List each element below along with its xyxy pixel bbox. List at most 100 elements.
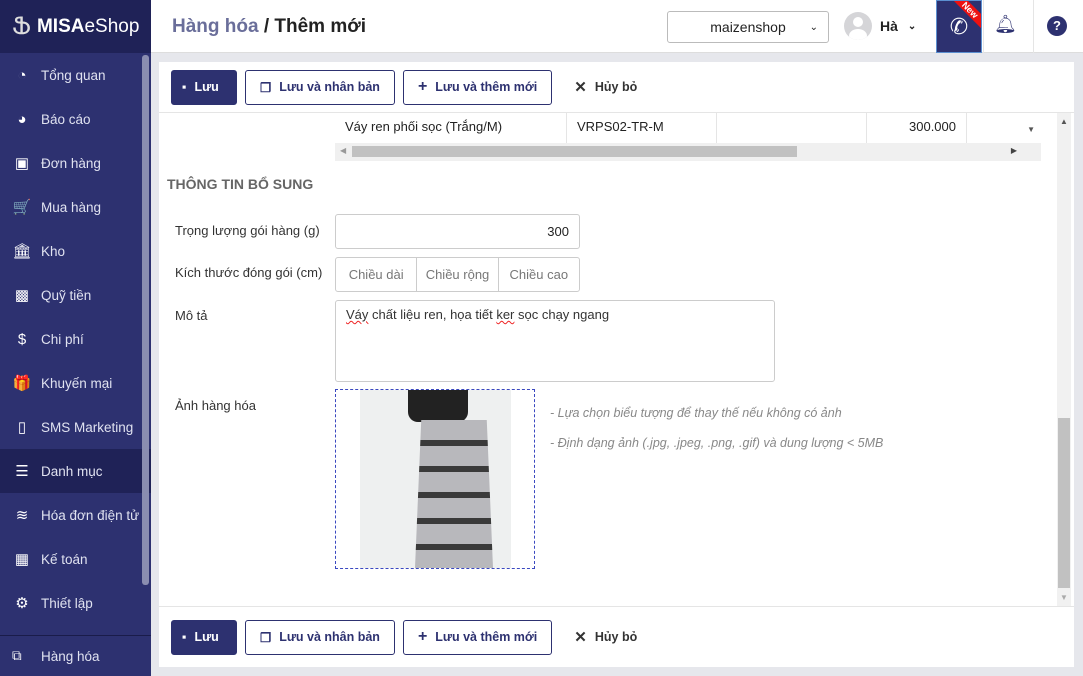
vertical-scrollbar[interactable]: ▲ ▼ xyxy=(1057,113,1071,606)
scroll-up-arrow-icon[interactable]: ▲ xyxy=(1060,117,1068,126)
sidebar-item-label: Khuyến mại xyxy=(41,375,113,391)
sidebar-item-label: Danh mục xyxy=(41,463,103,479)
sidebar-item-0[interactable]: ◔ Tổng quan xyxy=(0,53,151,97)
description-label: Mô tả xyxy=(175,308,208,323)
sidebar-item-label: Hàng hóa xyxy=(41,648,100,664)
user-menu[interactable]: Hà ⌄ xyxy=(844,12,916,40)
dashboard-icon: ◔ xyxy=(17,66,27,84)
sidebar-item-11[interactable]: ▦ Kế toán xyxy=(0,537,151,581)
weight-input[interactable]: 300 xyxy=(335,214,580,249)
sidebar-item-6[interactable]: $ Chi phí xyxy=(0,317,151,361)
sidebar-item-label: Hóa đơn điện tử xyxy=(41,507,140,523)
sidebar-item-label: SMS Marketing xyxy=(41,419,134,435)
sidebar-item-label: Mua hàng xyxy=(41,199,102,215)
cancel-button[interactable]: ✕ Hủy bỏ xyxy=(560,70,651,105)
cart-icon: 🛒 xyxy=(12,199,32,216)
cancel-button[interactable]: ✕ Hủy bỏ xyxy=(560,620,651,655)
pie-chart-icon: ◕ xyxy=(17,110,27,128)
weight-label: Trọng lượng gói hàng (g) xyxy=(175,223,320,238)
package-size-inputs: Chiều dài Chiều rộng Chiều cao xyxy=(335,257,580,292)
sidebar-scrollbar[interactable] xyxy=(142,55,149,585)
product-image xyxy=(360,390,511,568)
logo[interactable]: Ֆ MISA eShop xyxy=(0,0,151,53)
size-label: Kích thước đóng gói (cm) xyxy=(175,265,323,280)
warehouse-icon: 🏛 xyxy=(12,243,32,260)
calculator-icon: ▦ xyxy=(14,551,30,568)
page-title: Hàng hóa / Thêm mới xyxy=(172,16,367,37)
close-icon: ✕ xyxy=(574,629,587,646)
sidebar-item-7[interactable]: 🎁 Khuyến mại xyxy=(0,361,151,405)
truck-icon: ▣ xyxy=(14,155,30,172)
description-textarea[interactable]: Váy chất liệu ren, họa tiết ker sọc chạy… xyxy=(335,300,775,382)
breadcrumb-hang-hoa[interactable]: Hàng hóa xyxy=(172,16,259,37)
variant-grid: Váy ren phối sọc (Trắng/M) VRPS02-TR-M 3… xyxy=(335,113,1041,161)
money-icon: $ xyxy=(17,330,27,348)
sidebar-item-hang-hoa[interactable]: ⧉ Hàng hóa xyxy=(0,635,151,676)
plus-icon: + xyxy=(417,628,428,645)
image-hint: - Lựa chọn biểu tượng để thay thế nếu kh… xyxy=(550,406,842,420)
safe-icon: ▩ xyxy=(14,287,30,304)
boxes-icon: ⧉ xyxy=(12,648,22,663)
top-toolbar: ▪ Lưu ❐ Lưu và nhân bản + Lưu và thêm mới ✕… xyxy=(159,62,1074,112)
scroll-left-arrow-icon[interactable]: ◀ xyxy=(340,146,346,155)
phone-icon: ✆ xyxy=(949,13,969,39)
avatar xyxy=(844,12,872,40)
sidebar-item-label: Thiết lập xyxy=(41,595,93,611)
logo-icon: Ֆ xyxy=(12,13,31,40)
copy-icon: ❐ xyxy=(260,80,272,95)
gear-icon: ⚙ xyxy=(15,595,29,612)
sidebar-item-2[interactable]: ▣ Đơn hàng xyxy=(0,141,151,185)
plus-icon: + xyxy=(417,78,428,95)
sidebar-item-label: Kho xyxy=(41,243,66,259)
chevron-down-icon: ⌄ xyxy=(907,20,917,32)
bottom-toolbar: ▪ Lưu ❐ Lưu và nhân bản + Lưu và thêm mới ✕… xyxy=(159,612,1074,662)
horizontal-scrollbar[interactable]: ◀ ▶ xyxy=(335,144,1021,159)
list-icon: ☰ xyxy=(15,463,29,480)
sidebar-item-12[interactable]: ⚙ Thiết lập xyxy=(0,581,151,625)
sidebar-item-1[interactable]: ◕ Báo cáo xyxy=(0,97,151,141)
phone-icon: ▯ xyxy=(17,419,27,436)
sidebar-item-4[interactable]: 🏛 Kho xyxy=(0,229,151,273)
product-image-upload[interactable] xyxy=(335,389,535,569)
shop-select[interactable]: maizenshop ⌄ xyxy=(667,11,829,43)
floppy-icon: ▪ xyxy=(182,630,187,644)
save-button[interactable]: ▪ Lưu xyxy=(171,69,237,105)
sidebar-nav: ◔ Tổng quan ◕ Báo cáo ▣ Đơn hàng 🛒 Mua hàng 🏛 Kho… xyxy=(0,53,151,625)
sidebar-item-label: Tổng quan xyxy=(41,67,106,83)
sidebar-item-label: Quỹ tiền xyxy=(41,287,92,303)
save-new-button[interactable]: + Lưu và thêm mới xyxy=(402,69,553,105)
save-new-button[interactable]: + Lưu và thêm mới xyxy=(402,619,553,655)
close-icon: ✕ xyxy=(574,79,587,96)
help-icon[interactable]: ? xyxy=(1047,16,1067,36)
width-input[interactable]: Chiều rộng xyxy=(417,258,499,291)
support-phone-button[interactable]: ✆ New xyxy=(936,0,982,53)
save-copy-button[interactable]: ❐ Lưu và nhân bản xyxy=(245,619,395,655)
sidebar: Ֆ MISA eShop ◔ Tổng quan ◕ Báo cáo ▣ Đơn hàng 🛒… xyxy=(0,0,151,676)
sidebar-item-label: Đơn hàng xyxy=(41,155,101,171)
sidebar-item-3[interactable]: 🛒 Mua hàng xyxy=(0,185,151,229)
sidebar-item-8[interactable]: ▯ SMS Marketing xyxy=(0,405,151,449)
sidebar-item-5[interactable]: ▩ Quỹ tiền xyxy=(0,273,151,317)
sidebar-item-label: Chi phí xyxy=(41,331,84,347)
copy-icon: ❐ xyxy=(260,630,272,645)
top-header: Hàng hóa / Thêm mới maizenshop ⌄ Hà ⌄ ✆ New… xyxy=(151,0,1083,53)
gift-icon: 🎁 xyxy=(12,375,32,392)
image-hint: - Định dạng ảnh (.jpg, .jpeg, .png, .gif… xyxy=(550,436,884,450)
floppy-icon: ▪ xyxy=(182,80,187,94)
save-button[interactable]: ▪ Lưu xyxy=(171,619,237,655)
scroll-down-arrow-icon[interactable]: ▼ xyxy=(1060,593,1068,602)
chevron-down-icon: ⌄ xyxy=(809,21,818,33)
sidebar-item-label: Báo cáo xyxy=(41,111,91,127)
sidebar-item-10[interactable]: ≋ Hóa đơn điện tử xyxy=(0,493,151,537)
scroll-down-arrow-icon[interactable]: ▼ xyxy=(1027,125,1035,134)
bell-icon[interactable]: 🔔︎ xyxy=(994,14,1017,35)
length-input[interactable]: Chiều dài xyxy=(336,258,418,291)
scroll-right-arrow-icon[interactable]: ▶ xyxy=(1011,146,1017,155)
table-row[interactable]: Váy ren phối sọc (Trắng/M) VRPS02-TR-M 3… xyxy=(335,113,1041,143)
save-copy-button[interactable]: ❐ Lưu và nhân bản xyxy=(245,69,395,105)
sidebar-item-9[interactable]: ☰ Danh mục xyxy=(0,449,151,493)
sidebar-item-label: Kế toán xyxy=(41,551,88,567)
form-panel: ▪ Lưu ❐ Lưu và nhân bản + Lưu và thêm mới ✕… xyxy=(159,62,1074,667)
height-input[interactable]: Chiều cao xyxy=(499,258,579,291)
form-scroll-area: Váy ren phối sọc (Trắng/M) VRPS02-TR-M 3… xyxy=(159,112,1074,607)
